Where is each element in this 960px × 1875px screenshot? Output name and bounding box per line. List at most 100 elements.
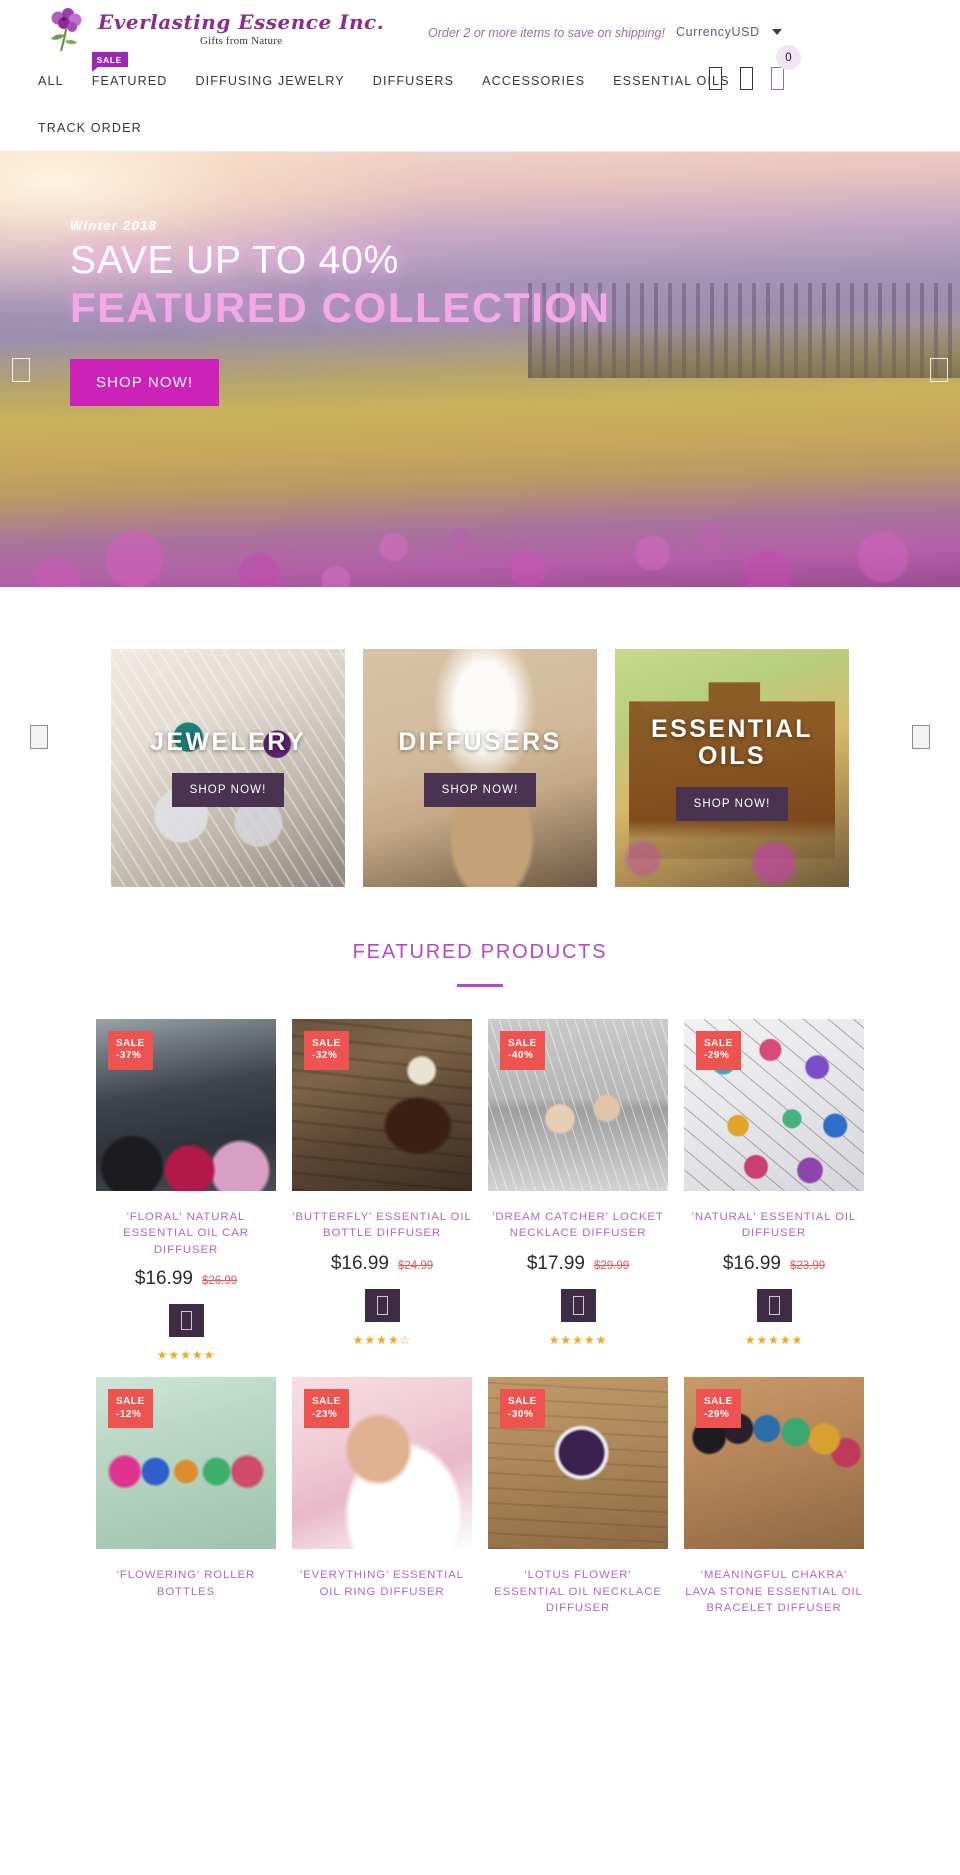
top-bar: Everlasting Essence Inc. Gifts from Natu… (0, 0, 960, 58)
product-card[interactable]: SALE -37% 'FLORAL' NATURAL ESSENTIAL OIL… (96, 1018, 276, 1363)
sale-badge: SALE -32% (304, 1030, 349, 1070)
currency-selector[interactable]: Currency USD (676, 25, 782, 39)
product-card[interactable]: SALE -29% 'MEANINGFUL CHAKRA' LAVA STONE… (684, 1377, 864, 1617)
product-card[interactable]: SALE -23% 'EVERYTHING' ESSENTIAL OIL RIN… (292, 1377, 472, 1617)
sale-label: SALE (312, 1396, 341, 1408)
product-card[interactable]: SALE -32% 'BUTTERFLY' ESSENTIAL OIL BOTT… (292, 1018, 472, 1362)
product-price: $16.99 (330, 1252, 389, 1274)
section-title: FEATURED PRODUCTS (352, 941, 608, 963)
category-shop-now-button[interactable]: SHOP NOW! (675, 786, 789, 821)
category-shop-now-button[interactable]: SHOP NOW! (423, 772, 537, 807)
sale-badge: SALE -37% (108, 1030, 153, 1070)
product-card[interactable]: SALE -12% 'FLOWERING' ROLLER BOTTLES (96, 1377, 276, 1617)
price-row: $16.99 $26.99 (96, 1268, 276, 1290)
product-card[interactable]: SALE -30% 'LOTUS FLOWER' ESSENTIAL OIL N… (488, 1377, 668, 1617)
nav-label: ALL (38, 74, 64, 88)
product-rating: ★★★★☆ (352, 1332, 412, 1347)
sale-percent: -23% (312, 1408, 338, 1420)
product-title[interactable]: 'MEANINGFUL CHAKRA' LAVA STONE ESSENTIAL… (684, 1567, 864, 1617)
category-carousel: JEWELERY SHOP NOW! DIFFUSERS SHOP NOW! E… (0, 587, 960, 887)
product-rating: ★★★★★ (548, 1332, 608, 1347)
sale-label: SALE (704, 1037, 733, 1049)
sale-badge: SALE -12% (108, 1389, 153, 1429)
product-image[interactable]: SALE -29% (684, 1377, 864, 1550)
product-image[interactable]: SALE -32% (292, 1018, 472, 1191)
sale-badge: SALE -30% (500, 1389, 545, 1429)
product-price: $16.99 (722, 1252, 781, 1274)
currency-value: USD (731, 25, 760, 39)
cart-icon (572, 1295, 584, 1315)
nav-item-featured[interactable]: SALE FEATURED (91, 52, 168, 88)
nav-label: FEATURED (91, 74, 168, 88)
hero-prev-arrow-icon[interactable] (12, 357, 30, 382)
category-title: JEWELERY (150, 728, 306, 757)
price-row: $17.99 $29.99 (488, 1253, 668, 1275)
product-title[interactable]: 'FLOWERING' ROLLER BOTTLES (96, 1567, 276, 1601)
secondary-navigation: TRACK ORDER (0, 104, 960, 152)
product-rating: ★★★★★ (156, 1348, 216, 1363)
add-to-cart-button[interactable] (560, 1288, 596, 1322)
product-title[interactable]: 'EVERYTHING' ESSENTIAL OIL RING DIFFUSER (292, 1567, 472, 1601)
sale-percent: -29% (704, 1050, 730, 1061)
add-to-cart-button[interactable] (168, 1304, 204, 1338)
product-card[interactable]: SALE -40% 'DREAM CATCHER' LOCKET NECKLAC… (488, 1018, 668, 1362)
product-card[interactable]: SALE -29% 'NATURAL' ESSENTIAL OIL DIFFUS… (684, 1018, 864, 1362)
currency-label: Currency (676, 25, 732, 39)
sale-badge: SALE (91, 52, 128, 72)
sale-percent: -37% (116, 1050, 142, 1061)
category-next-arrow-icon[interactable] (912, 725, 930, 749)
nav-label: ACCESSORIES (482, 74, 586, 88)
sale-label: SALE (704, 1396, 733, 1408)
search-icon[interactable] (709, 67, 722, 90)
product-title[interactable]: 'FLORAL' NATURAL ESSENTIAL OIL CAR DIFFU… (96, 1209, 276, 1259)
category-title: ESSENTIAL OILS (651, 714, 813, 770)
hero-banner: Winter 2018 SAVE UP TO 40% FEATURED COLL… (0, 152, 960, 587)
nav-item-track-order[interactable]: TRACK ORDER (38, 121, 142, 135)
product-title[interactable]: 'DREAM CATCHER' LOCKET NECKLACE DIFFUSER (488, 1209, 668, 1243)
hero-next-arrow-icon[interactable] (930, 357, 948, 382)
featured-products-header: FEATURED PRODUCTS (0, 941, 960, 987)
cart-icon (768, 1295, 780, 1315)
flower-logo-icon (42, 5, 94, 53)
product-compare-price: $24.99 (397, 1259, 434, 1272)
category-shop-now-button[interactable]: SHOP NOW! (171, 772, 285, 807)
logo-name: Everlasting Essence Inc. (98, 9, 385, 34)
category-prev-arrow-icon[interactable] (30, 725, 48, 749)
sale-percent: -30% (508, 1408, 534, 1420)
cart-button[interactable]: 0 (771, 45, 801, 95)
product-image[interactable]: SALE -29% (684, 1018, 864, 1191)
product-title[interactable]: 'BUTTERFLY' ESSENTIAL OIL BOTTLE DIFFUSE… (292, 1209, 472, 1243)
cart-icon (771, 67, 784, 90)
category-card-jewelery[interactable]: JEWELERY SHOP NOW! (111, 649, 345, 887)
product-image[interactable]: SALE -12% (96, 1377, 276, 1550)
add-to-cart-button[interactable] (756, 1288, 792, 1322)
nav-item-diffusers[interactable]: DIFFUSERS (373, 74, 454, 88)
sale-label: SALE (312, 1037, 341, 1049)
category-card-essential-oils[interactable]: ESSENTIAL OILS SHOP NOW! (615, 649, 849, 887)
sale-label: SALE (508, 1037, 537, 1049)
product-image[interactable]: SALE -40% (488, 1018, 668, 1191)
add-to-cart-button[interactable] (364, 1288, 400, 1322)
product-title[interactable]: 'LOTUS FLOWER' ESSENTIAL OIL NECKLACE DI… (488, 1567, 668, 1617)
promo-message: Order 2 or more items to save on shippin… (428, 26, 665, 40)
category-title: DIFFUSERS (398, 728, 562, 757)
product-image[interactable]: SALE -23% (292, 1377, 472, 1550)
sale-badge: SALE -29% (696, 1389, 741, 1429)
hero-shop-now-button[interactable]: SHOP NOW! (70, 358, 220, 406)
site-logo[interactable]: Everlasting Essence Inc. Gifts from Natu… (42, 5, 384, 53)
featured-products-grid: SALE -37% 'FLORAL' NATURAL ESSENTIAL OIL… (0, 1018, 960, 1617)
product-rating: ★★★★★ (744, 1332, 804, 1347)
sale-label: SALE (508, 1396, 537, 1408)
header-icon-group: 0 (709, 45, 801, 95)
product-image[interactable]: SALE -30% (488, 1377, 668, 1550)
sale-percent: -12% (116, 1408, 142, 1420)
product-title[interactable]: 'NATURAL' ESSENTIAL OIL DIFFUSER (684, 1209, 864, 1243)
category-card-diffusers[interactable]: DIFFUSERS SHOP NOW! (363, 649, 597, 887)
hero-headline: SAVE UP TO 40% (70, 239, 400, 282)
nav-item-accessories[interactable]: ACCESSORIES (482, 74, 585, 88)
nav-item-diffusing-jewelry[interactable]: DIFFUSING JEWELRY (195, 74, 344, 88)
account-icon[interactable] (740, 67, 753, 90)
nav-item-all[interactable]: ALL (38, 74, 64, 88)
product-image[interactable]: SALE -37% (96, 1018, 276, 1191)
cart-icon (180, 1311, 192, 1331)
